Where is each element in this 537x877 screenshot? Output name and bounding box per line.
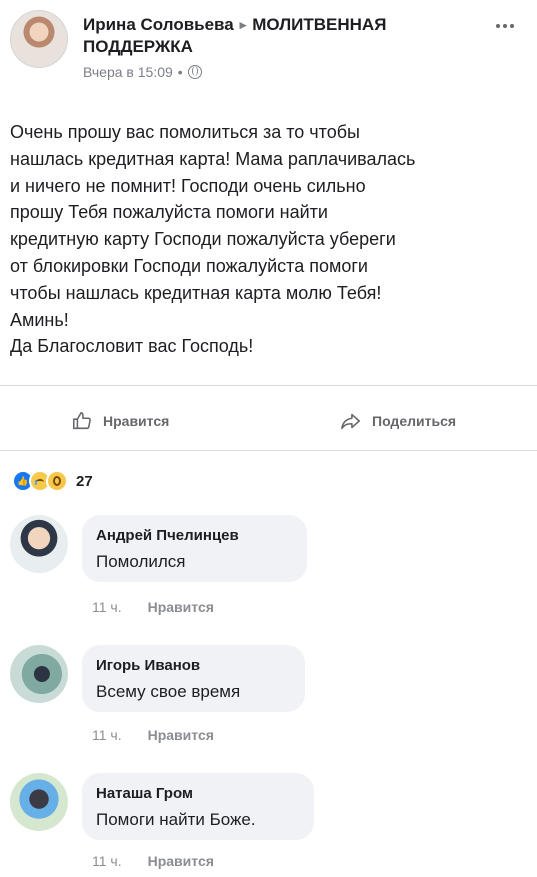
comment-item: Наташа Гром Помоги найти Боже. 11 ч. Нра… (10, 773, 520, 873)
meta-separator: • (177, 64, 183, 80)
more-icon-dot (510, 24, 514, 28)
comment-author[interactable]: Андрей Пчелинцев (96, 526, 293, 546)
post-action-bar: Нравится Поделиться (0, 386, 537, 450)
post-line: чтобы нашлась кредитная карта молю Тебя! (10, 282, 382, 303)
post-timestamp[interactable]: Вчера в 15:09 (83, 64, 173, 80)
comment-text: Помолился (96, 552, 186, 571)
share-label: Поделиться (372, 413, 457, 429)
post-body: Очень прошу вас помолиться за то чтобы н… (10, 119, 516, 360)
comment-text: Всему свое время (96, 682, 241, 701)
share-button[interactable]: Поделиться (339, 409, 456, 433)
reaction-summary[interactable]: 👍 27 (12, 469, 93, 493)
comment-author[interactable]: Наташа Гром (96, 784, 300, 804)
comment-time[interactable]: 11 ч. (92, 599, 122, 615)
post-meta: Вчера в 15:09 • (83, 64, 483, 80)
comment-bubble: Наташа Гром Помоги найти Боже. (82, 773, 314, 840)
post-line: Аминь! (10, 309, 69, 330)
post-line: кредитную карту Господи пожалуйста убере… (10, 229, 396, 250)
comment-bubble: Андрей Пчелинцев Помолился (82, 515, 307, 582)
author-avatar[interactable] (10, 10, 68, 68)
author-line: Ирина Соловьева ▸ МОЛИТВЕННАЯ ПОДДЕРЖКА (83, 14, 483, 58)
wow-reaction-icon (46, 470, 68, 492)
comment-avatar[interactable] (10, 773, 68, 831)
comment-avatar[interactable] (10, 515, 68, 573)
comment-avatar[interactable] (10, 645, 68, 703)
post-divider-bottom (0, 450, 537, 451)
comment-like-button[interactable]: Нравится (148, 853, 214, 869)
more-icon-dot (503, 24, 507, 28)
like-button[interactable]: Нравится (70, 409, 169, 433)
more-button[interactable] (491, 16, 519, 36)
more-icon-dot (496, 24, 500, 28)
globe-icon (187, 65, 202, 79)
comment-author[interactable]: Игорь Иванов (96, 656, 291, 676)
comment-meta: 11 ч. Нравится (92, 727, 214, 743)
share-icon (341, 413, 361, 430)
post-line: нашлась кредитная карта! Мама раплачивал… (10, 148, 416, 169)
comment-meta: 11 ч. Нравится (92, 599, 214, 615)
post-line: и ничего не помнит! Господи очень сильно (10, 175, 366, 196)
like-label: Нравится (103, 413, 170, 429)
header-text: Ирина Соловьева ▸ МОЛИТВЕННАЯ ПОДДЕРЖКА Вч… (83, 14, 483, 80)
comment-bubble: Игорь Иванов Всему свое время (82, 645, 305, 712)
comment-like-button[interactable]: Нравится (148, 727, 214, 743)
post-line: Очень прошу вас помолиться за то чтобы (10, 122, 360, 142)
comment-item: Андрей Пчелинцев Помолился 11 ч. Нравитс… (10, 515, 520, 615)
author-name[interactable]: Ирина Соловьева (83, 15, 234, 34)
post-line: от блокировки Господи пожалуйста помоги (10, 255, 368, 276)
comment-item: Игорь Иванов Всему свое время 11 ч. Нрав… (10, 645, 520, 745)
arrow-icon: ▸ (239, 17, 247, 32)
comment-time[interactable]: 11 ч. (92, 727, 122, 743)
thumbs-up-icon (72, 411, 91, 430)
reaction-count: 27 (76, 472, 93, 490)
post-line: прошу Тебя пожалуйста помоги найти (10, 202, 328, 223)
comment-meta: 11 ч. Нравится (92, 853, 214, 869)
comment-time[interactable]: 11 ч. (92, 853, 122, 869)
post-line: Да Благословит вас Господь! (10, 336, 254, 357)
comment-like-button[interactable]: Нравится (148, 599, 214, 615)
comment-text: Помоги найти Боже. (96, 810, 256, 829)
post-header: Ирина Соловьева ▸ МОЛИТВЕННАЯ ПОДДЕРЖКА Вч… (10, 10, 527, 96)
